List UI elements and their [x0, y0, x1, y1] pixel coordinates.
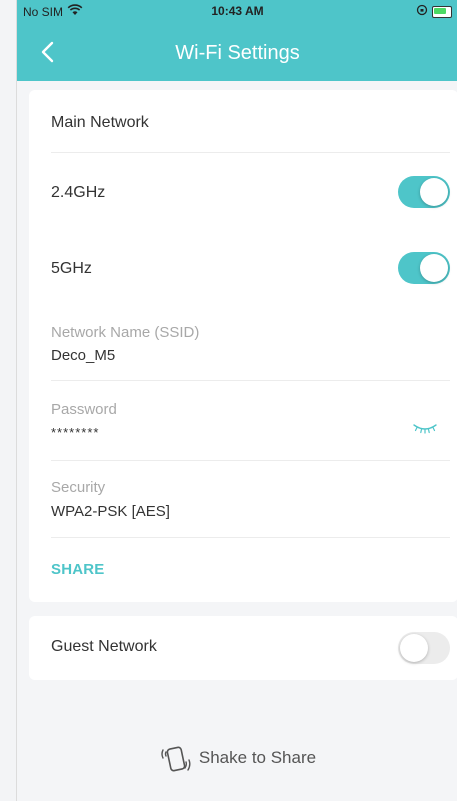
- toggle-knob: [420, 254, 448, 282]
- band-24ghz-label: 2.4GHz: [51, 184, 106, 201]
- orientation-lock-icon: [416, 4, 428, 19]
- header: No SIM 10:43 AM Wi-Fi Settings: [17, 0, 457, 81]
- band-5ghz-label: 5GHz: [51, 260, 92, 277]
- page-title: Wi-Fi Settings: [175, 42, 300, 64]
- shake-to-share-label: Shake to Share: [198, 748, 317, 767]
- ssid-value: Deco_M5: [51, 347, 116, 364]
- band-5ghz-toggle[interactable]: [398, 252, 450, 284]
- band-24ghz-toggle[interactable]: [398, 176, 450, 208]
- status-bar: No SIM 10:43 AM: [17, 0, 457, 22]
- divider: [51, 460, 450, 461]
- divider: [51, 380, 450, 381]
- toggle-knob: [420, 178, 448, 206]
- security-value: WPA2-PSK [AES]: [51, 503, 170, 520]
- status-right: [416, 4, 452, 19]
- main-network-card: Main Network 2.4GHz 5GHz Network Name (S…: [29, 90, 457, 602]
- password-value: ********: [51, 425, 100, 440]
- nav-row: Wi-Fi Settings: [17, 34, 457, 74]
- shake-to-share-button[interactable]: Shake to Share: [17, 742, 457, 774]
- guest-network-toggle[interactable]: [398, 632, 450, 664]
- divider: [51, 152, 450, 153]
- guest-network-card: Guest Network: [29, 616, 457, 680]
- battery-icon: [432, 5, 452, 18]
- ssid-label: Network Name (SSID): [51, 324, 200, 341]
- eye-closed-icon[interactable]: [412, 422, 438, 436]
- share-button[interactable]: SHARE: [51, 561, 105, 578]
- guest-network-label: Guest Network: [51, 638, 157, 655]
- security-label: Security: [51, 479, 106, 496]
- main-network-heading: Main Network: [51, 114, 149, 131]
- app-frame: No SIM 10:43 AM Wi-Fi Settings Main Netw…: [16, 0, 457, 801]
- status-time: 10:43 AM: [211, 4, 264, 18]
- divider: [51, 537, 450, 538]
- toggle-knob: [400, 634, 428, 662]
- shake-phone-icon: [161, 746, 191, 772]
- password-label: Password: [51, 401, 117, 418]
